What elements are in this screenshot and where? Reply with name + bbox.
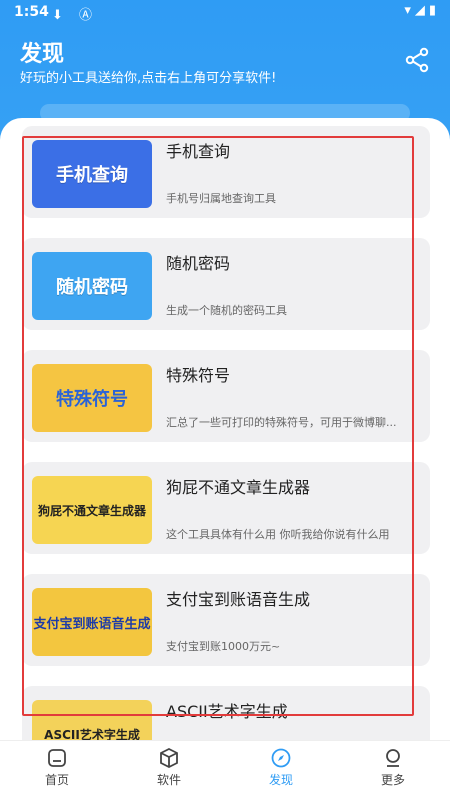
thumbnail: 特殊符号 xyxy=(32,364,152,432)
thumbnail-text: 支付宝到账语音生成 xyxy=(32,588,152,656)
tool-desc: 汇总了一些可打印的特殊符号，可用于微博聊... xyxy=(166,416,397,429)
tool-card-symbols[interactable]: 特殊符号 特殊符号 汇总了一些可打印的特殊符号，可用于微博聊... xyxy=(22,350,430,442)
tool-desc: 支付宝到账1000万元~ xyxy=(166,640,281,653)
tab-label: 更多 xyxy=(380,773,405,787)
status-bar: 1:54 ⬇ Ⓐ ▾◢▮ xyxy=(0,0,450,24)
tab-label: 软件 xyxy=(156,773,181,787)
tab-home[interactable]: 首页 xyxy=(12,747,102,797)
tool-card-alipay[interactable]: 支付宝到账语音生成 支付宝到账语音生成 支付宝到账1000万元~ xyxy=(22,574,430,666)
tool-card-phone[interactable]: 手机查询 手机查询 手机号归属地查询工具 xyxy=(22,126,430,218)
tab-more[interactable]: 更多 xyxy=(348,747,438,797)
thumbnail: 狗屁不通文章生成器 xyxy=(32,476,152,544)
thumbnail-text: 特殊符号 xyxy=(32,364,152,432)
tool-name: 支付宝到账语音生成 xyxy=(166,590,311,609)
thumbnail-text: 狗屁不通文章生成器 xyxy=(32,476,152,544)
bottom-tab-bar: 首页 软件 发现 更多 xyxy=(0,740,450,800)
tool-card-article[interactable]: 狗屁不通文章生成器 狗屁不通文章生成器 这个工具具体有什么用 你听我给你说有什么… xyxy=(22,462,430,554)
system-icons: ▾◢▮ xyxy=(404,3,440,18)
home-icon xyxy=(48,749,66,767)
notification-icons: ⬇ Ⓐ xyxy=(52,8,99,23)
thumbnail-text: 随机密码 xyxy=(32,252,152,320)
tool-name: ASCII艺术字生成 xyxy=(166,702,288,721)
page-subtitle: 好玩的小工具送给你,点击右上角可分享软件! xyxy=(20,71,277,86)
package-icon xyxy=(160,747,178,769)
tool-name: 狗屁不通文章生成器 xyxy=(166,478,311,497)
thumbnail: 手机查询 xyxy=(32,140,152,208)
tool-desc: 手机号归属地查询工具 xyxy=(166,192,276,205)
tab-label: 首页 xyxy=(44,773,69,787)
page-title: 发现 xyxy=(20,42,65,67)
thumbnail: 支付宝到账语音生成 xyxy=(32,588,152,656)
tool-desc: 这个工具具体有什么用 你听我给你说有什么用 xyxy=(166,528,390,541)
user-icon xyxy=(386,749,400,767)
tool-card-password[interactable]: 随机密码 随机密码 生成一个随机的密码工具 xyxy=(22,238,430,330)
share-icon[interactable] xyxy=(404,46,432,74)
tool-desc: 生成一个随机的密码工具 xyxy=(166,304,287,317)
tool-name: 手机查询 xyxy=(166,142,231,161)
status-time: 1:54 xyxy=(14,4,49,20)
tab-software[interactable]: 软件 xyxy=(124,747,214,797)
compass-icon xyxy=(271,748,291,768)
tab-label: 发现 xyxy=(268,773,293,787)
tool-name: 特殊符号 xyxy=(166,366,231,385)
tab-discover[interactable]: 发现 xyxy=(236,747,326,797)
thumbnail: 随机密码 xyxy=(32,252,152,320)
tool-name: 随机密码 xyxy=(166,254,231,273)
thumbnail-text: 手机查询 xyxy=(32,140,152,208)
